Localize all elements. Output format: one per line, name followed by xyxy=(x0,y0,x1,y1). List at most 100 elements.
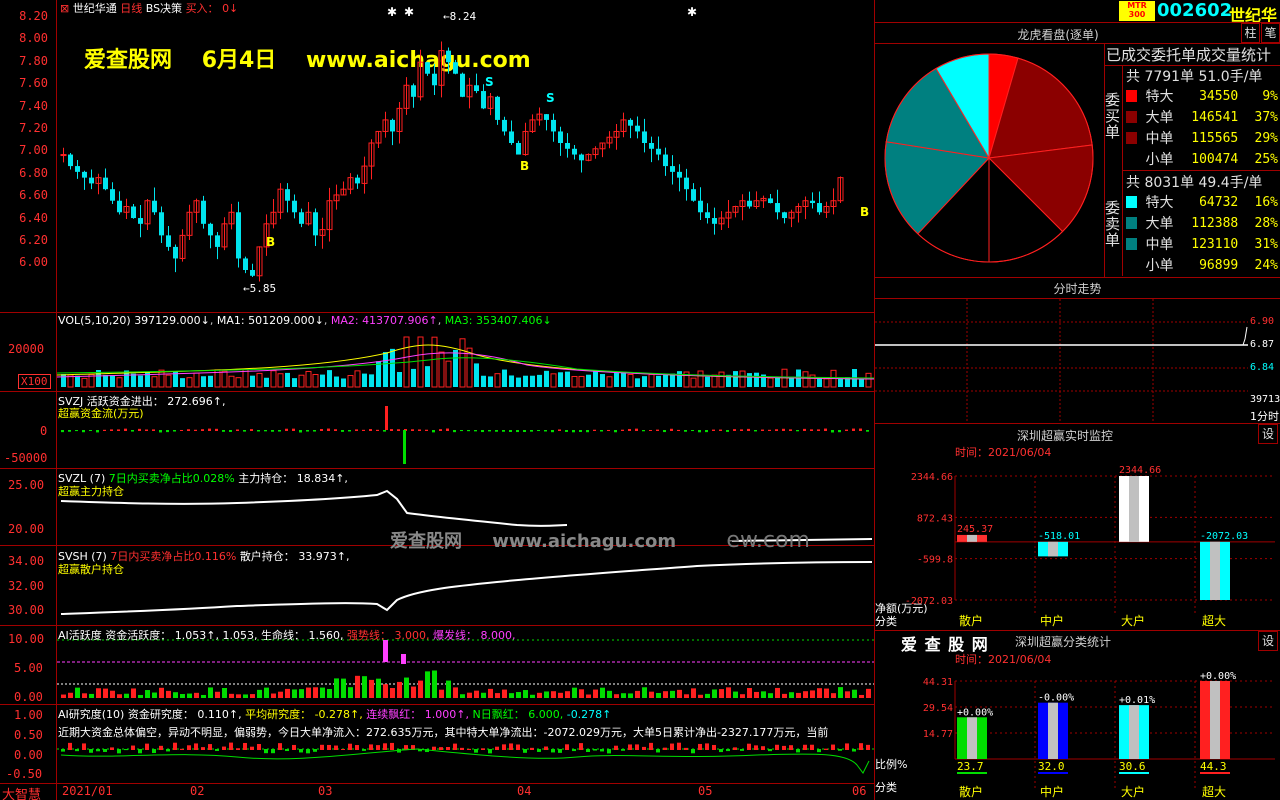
research-bar xyxy=(110,747,114,750)
price-axis-label: 6.20 xyxy=(19,233,48,247)
volume-bar xyxy=(642,376,647,387)
research-bar xyxy=(376,745,380,750)
cat-category-label: 大户 xyxy=(1121,784,1145,799)
intraday-chart[interactable] xyxy=(875,299,1248,423)
category-settings-button[interactable]: 设 xyxy=(1258,631,1278,651)
fund-flow-bar xyxy=(341,430,344,432)
volume-bar xyxy=(711,374,718,388)
fund-flow-bar xyxy=(383,430,386,432)
research-bar xyxy=(362,749,366,751)
category-y-title: 比例% xyxy=(875,758,908,771)
fund-flow-bar xyxy=(474,430,477,432)
intraday-price-line xyxy=(1242,326,1248,346)
fund-flow-bar xyxy=(831,430,834,433)
fund-flow-bar xyxy=(747,428,750,431)
low-price-label: ←5.85 xyxy=(243,282,276,295)
volume-bar xyxy=(481,375,486,387)
fund-flow-bar xyxy=(82,430,85,433)
fund-flow-bar xyxy=(565,430,568,432)
activity-bar xyxy=(824,688,829,698)
legend-swatch xyxy=(1126,259,1138,271)
activity-bar xyxy=(593,689,598,698)
intraday-title: 分时走势 xyxy=(1053,282,1102,296)
volume-bar xyxy=(621,371,626,387)
row-pct: 31% xyxy=(1254,236,1278,252)
research-bar xyxy=(264,749,268,754)
brand-label: 大智慧 xyxy=(2,788,42,800)
research-bar xyxy=(355,745,359,750)
fund-flow-bar xyxy=(68,430,71,432)
fund-flow-bar xyxy=(194,429,197,431)
volume-bar xyxy=(264,377,269,387)
research-bar xyxy=(236,748,240,750)
candle-body xyxy=(670,166,675,172)
fund-flow-bar xyxy=(439,429,442,431)
activity-bar xyxy=(264,687,269,698)
rt-bar-highlight xyxy=(1048,541,1058,557)
fund-flow-bar xyxy=(327,428,330,431)
fund-flow-bar xyxy=(775,429,778,431)
candle-body xyxy=(635,125,640,132)
price-axis: 8.20 8.00 7.80 7.60 7.40 7.20 7.00 6.80 6.60 6.40… xyxy=(0,0,56,312)
research-bar xyxy=(509,743,513,750)
stock-code[interactable]: 002602 xyxy=(1157,0,1232,21)
research-bar xyxy=(831,744,835,750)
volume-unit-badge: X100 xyxy=(18,374,51,389)
volume-pie-chart xyxy=(884,53,1094,263)
research-bar xyxy=(75,749,79,752)
volume-bar xyxy=(614,372,619,387)
activity-bar xyxy=(635,690,640,698)
activity-bar xyxy=(866,688,871,698)
volume-bar xyxy=(250,375,255,387)
activity-bar xyxy=(852,689,857,698)
activity-bar xyxy=(194,692,199,698)
fund-flow-bar xyxy=(551,430,554,433)
activity-bar xyxy=(327,688,332,698)
volume-bar xyxy=(600,374,605,387)
volume-bar xyxy=(138,375,143,387)
research-bar xyxy=(145,743,149,750)
volume-bar xyxy=(417,336,424,388)
candle-body xyxy=(495,96,500,120)
rt-value-label: -2072.03 xyxy=(1200,531,1248,542)
candle-body xyxy=(558,131,563,143)
candlestick-chart[interactable]: ←8.24 ←5.85 B B B S S ✱ ✱ ✱ xyxy=(57,0,874,312)
price-axis-label: 8.20 xyxy=(19,9,48,23)
cat-y-label: 44.31 xyxy=(923,677,953,688)
activity-bar xyxy=(369,679,374,698)
legend-swatch xyxy=(1126,153,1138,165)
candle-body xyxy=(810,200,815,204)
time-label-feb: 02 xyxy=(190,784,205,798)
volume-bar xyxy=(593,370,598,387)
research-bar xyxy=(173,742,177,750)
candle-body xyxy=(481,91,486,109)
bar-mode-button[interactable]: 柱 xyxy=(1241,23,1260,43)
fund-flow-bar xyxy=(362,429,365,431)
fund-flow-bar xyxy=(600,430,603,432)
activity-bar xyxy=(159,687,164,698)
activity-bar xyxy=(509,693,514,698)
fund-flow-bar xyxy=(845,429,848,431)
activity-bar xyxy=(383,640,388,662)
volume-bar xyxy=(312,374,319,388)
research-bar xyxy=(208,744,212,750)
fund-flow-bar xyxy=(621,429,624,431)
volume-bar xyxy=(627,373,634,388)
ai-research-axis-2: 0.50 xyxy=(14,728,43,742)
volume-bar xyxy=(459,338,466,388)
rt-category-label: 超大 xyxy=(1202,613,1226,628)
research-bar xyxy=(838,749,842,751)
category-bar-chart: 44.31 29.54 14.77 +0.00% 23.7 散户 -0.00% 32.0 中户 +… xyxy=(923,671,1275,799)
activity-bar xyxy=(432,670,437,698)
activity-bar xyxy=(334,678,339,698)
fund-flow-bar xyxy=(712,429,715,431)
activity-bar xyxy=(460,694,465,698)
activity-bar xyxy=(292,689,297,698)
realtime-settings-button[interactable]: 设 xyxy=(1258,424,1278,444)
research-bar xyxy=(712,744,716,750)
tick-mode-button[interactable]: 笔 xyxy=(1261,23,1280,43)
fund-flow-bar xyxy=(285,428,288,431)
research-bar xyxy=(684,747,688,750)
volume-bar xyxy=(362,373,367,387)
svzl-axis-top: 25.00 xyxy=(8,478,45,492)
